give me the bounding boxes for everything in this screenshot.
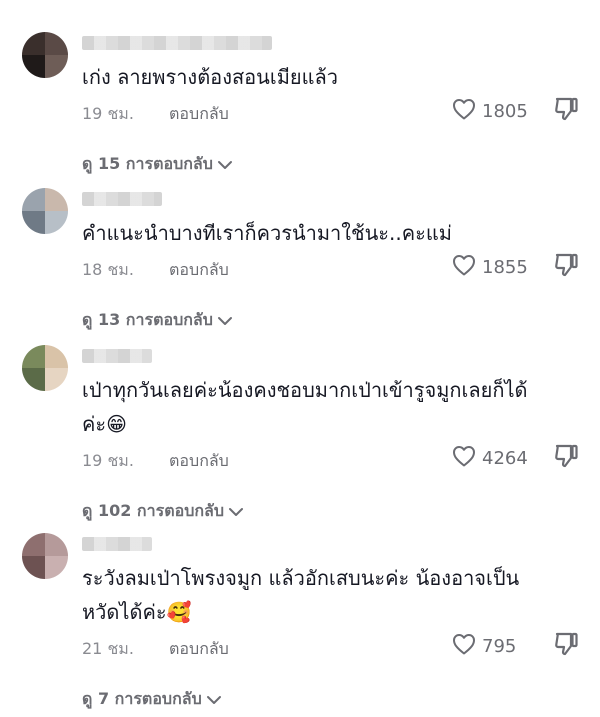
chevron-down-icon bbox=[228, 502, 244, 521]
like-count: 1805 bbox=[482, 101, 528, 122]
avatar[interactable] bbox=[22, 345, 68, 391]
view-replies-button[interactable]: ดู 15 การตอบกลับ bbox=[82, 152, 233, 177]
reply-button[interactable]: ตอบกลับ bbox=[169, 260, 229, 279]
heart-outline-icon bbox=[452, 254, 476, 281]
comment-item: ระวังลมเป่าโพรงจมูก แล้วอักเสบนะค่ะ น้อง… bbox=[0, 533, 600, 717]
username-blurred[interactable] bbox=[82, 349, 152, 363]
comment-item: คำแนะนำบางทีเราก็ควรนำมาใช้นะ..คะแม่ 18 … bbox=[0, 188, 600, 338]
comment-item: เก่ง ลายพรางต้องสอนเมียแล้ว 19 ชม. ตอบกล… bbox=[0, 32, 600, 182]
view-replies-label: ดู 102 การตอบกลับ bbox=[82, 501, 224, 520]
thumbs-down-outline-icon bbox=[553, 253, 579, 282]
view-replies-button[interactable]: ดู 13 การตอบกลับ bbox=[82, 308, 233, 333]
avatar-pixel bbox=[22, 55, 45, 78]
avatar-pixel bbox=[45, 188, 68, 211]
avatar-pixel bbox=[22, 345, 45, 368]
username-blurred[interactable] bbox=[82, 537, 152, 551]
like-count: 4264 bbox=[482, 448, 528, 469]
username-blurred[interactable] bbox=[82, 192, 162, 206]
avatar[interactable] bbox=[22, 32, 68, 78]
comment-meta: 18 ชม. ตอบกลับ bbox=[82, 258, 229, 283]
thumbs-down-outline-icon bbox=[553, 444, 579, 473]
comment-time: 19 ชม. bbox=[82, 104, 134, 123]
chevron-down-icon bbox=[217, 311, 233, 330]
comment-text: คำแนะนำบางทีเราก็ควรนำมาใช้นะ..คะแม่ bbox=[82, 221, 452, 245]
dislike-button[interactable] bbox=[553, 252, 579, 282]
view-replies-label: ดู 15 การตอบกลับ bbox=[82, 154, 213, 173]
dislike-button[interactable] bbox=[553, 631, 579, 661]
comment-time: 18 ชม. bbox=[82, 260, 134, 279]
like-button[interactable]: 795 bbox=[452, 633, 516, 660]
chevron-down-icon bbox=[206, 690, 222, 709]
avatar-pixel bbox=[45, 368, 68, 391]
dislike-button[interactable] bbox=[553, 96, 579, 126]
heart-outline-icon bbox=[452, 445, 476, 472]
view-replies-button[interactable]: ดู 7 การตอบกลับ bbox=[82, 687, 222, 712]
avatar-pixel bbox=[22, 368, 45, 391]
avatar-pixel bbox=[45, 55, 68, 78]
comment-text: เก่ง ลายพรางต้องสอนเมียแล้ว bbox=[82, 65, 338, 89]
thumbs-down-outline-icon bbox=[553, 632, 579, 661]
avatar-pixel bbox=[22, 556, 45, 579]
comment-meta: 19 ชม. ตอบกลับ bbox=[82, 449, 229, 474]
dislike-button[interactable] bbox=[553, 443, 579, 473]
avatar-pixel bbox=[45, 533, 68, 556]
heart-outline-icon bbox=[452, 98, 476, 125]
reply-button[interactable]: ตอบกลับ bbox=[169, 104, 229, 123]
view-replies-label: ดู 13 การตอบกลับ bbox=[82, 310, 213, 329]
view-replies-label: ดู 7 การตอบกลับ bbox=[82, 689, 202, 708]
avatar-pixel bbox=[22, 533, 45, 556]
avatar-pixel bbox=[45, 32, 68, 55]
like-count: 795 bbox=[482, 636, 517, 657]
avatar-pixel bbox=[22, 32, 45, 55]
thumbs-down-outline-icon bbox=[553, 97, 579, 126]
comment-text: ระวังลมเป่าโพรงจมูก แล้วอักเสบนะค่ะ น้อง… bbox=[82, 566, 520, 624]
reply-button[interactable]: ตอบกลับ bbox=[169, 451, 229, 470]
comment-meta: 21 ชม. ตอบกลับ bbox=[82, 637, 229, 662]
chevron-down-icon bbox=[217, 155, 233, 174]
view-replies-button[interactable]: ดู 102 การตอบกลับ bbox=[82, 499, 244, 524]
reply-button[interactable]: ตอบกลับ bbox=[169, 639, 229, 658]
avatar-pixel bbox=[45, 211, 68, 234]
avatar-pixel bbox=[22, 211, 45, 234]
avatar[interactable] bbox=[22, 188, 68, 234]
avatar[interactable] bbox=[22, 533, 68, 579]
username-blurred[interactable] bbox=[82, 36, 272, 50]
comment-time: 19 ชม. bbox=[82, 451, 134, 470]
like-button[interactable]: 4264 bbox=[452, 445, 528, 472]
avatar-pixel bbox=[45, 345, 68, 368]
comment-item: เป่าทุกวันเลยค่ะน้องคงชอบมากเป่าเข้ารูจม… bbox=[0, 345, 600, 529]
avatar-pixel bbox=[22, 188, 45, 211]
like-button[interactable]: 1855 bbox=[452, 254, 528, 281]
like-button[interactable]: 1805 bbox=[452, 98, 528, 125]
heart-outline-icon bbox=[452, 633, 476, 660]
comment-time: 21 ชม. bbox=[82, 639, 134, 658]
like-count: 1855 bbox=[482, 257, 528, 278]
avatar-pixel bbox=[45, 556, 68, 579]
comment-meta: 19 ชม. ตอบกลับ bbox=[82, 102, 229, 127]
comment-text: เป่าทุกวันเลยค่ะน้องคงชอบมากเป่าเข้ารูจม… bbox=[82, 378, 528, 436]
